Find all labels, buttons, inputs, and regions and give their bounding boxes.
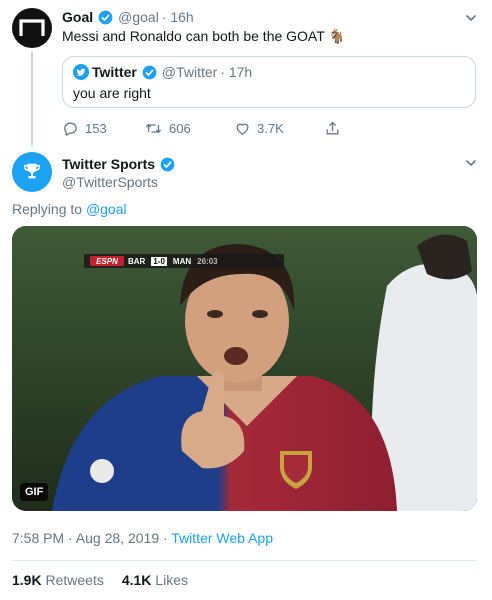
retweet-icon [145, 123, 162, 134]
verified-badge-icon [98, 10, 113, 24]
sports-tweet-header: Twitter Sports [62, 156, 177, 172]
retweets-stat[interactable]: 1.9K Retweets [12, 572, 104, 588]
goal-tweet-time[interactable]: · 16h [162, 9, 194, 25]
gif-badge: GIF [20, 483, 49, 501]
sports-display-name[interactable]: Twitter Sports [62, 156, 155, 172]
scoreboard-home: BAR [128, 256, 146, 266]
like-count: 3.7K [257, 121, 284, 136]
replying-prefix: Replying to [12, 201, 83, 217]
verified-badge-icon [142, 65, 157, 79]
chevron-down-icon[interactable] [464, 11, 478, 25]
likes-stat-count: 4.1K [121, 572, 152, 588]
share-icon [326, 121, 339, 135]
sports-handle[interactable]: @TwitterSports [62, 174, 158, 190]
quoted-handle[interactable]: @Twitter [162, 64, 217, 80]
replying-to: Replying to @goal [12, 201, 127, 217]
retweet-count: 606 [169, 121, 191, 136]
quoted-tweet-header: Twitter @Twitter · 17h [73, 64, 252, 80]
messi-gif-frame [12, 226, 477, 511]
tweet-source-app[interactable]: Twitter Web App [171, 530, 273, 546]
gif-media[interactable]: ESPN BAR 1-0 MAN 26:03 GIF [12, 226, 477, 511]
goal-display-name[interactable]: Goal [62, 9, 93, 25]
quoted-tweet-time[interactable]: · 17h [220, 64, 252, 80]
goal-avatar[interactable] [12, 8, 52, 48]
reply-button[interactable]: 153 [62, 120, 144, 137]
tweet-metadata: 7:58 PM · Aug 28, 2019 · Twitter Web App [12, 530, 273, 546]
goal-tweet-text-row: Messi and Ronaldo can both be the GOAT 🐐 [62, 28, 346, 45]
likes-stat[interactable]: 4.1K Likes [122, 572, 188, 588]
divider [12, 560, 477, 561]
goat-emoji: 🐐 [328, 28, 346, 44]
scoreboard: ESPN BAR 1-0 MAN 26:03 [92, 254, 284, 268]
twitter-avatar-icon [73, 64, 89, 80]
quoted-tweet-text: you are right [73, 85, 151, 101]
scoreboard-clock: 26:03 [197, 256, 218, 266]
retweet-button[interactable]: 606 [144, 120, 234, 137]
quoted-display-name[interactable]: Twitter [92, 64, 137, 80]
retweets-stat-label: Retweets [45, 572, 104, 588]
quoted-tweet-card[interactable]: Twitter @Twitter · 17h you are right [62, 56, 476, 108]
goal-tweet-header: Goal @goal · 16h [62, 9, 194, 25]
heart-icon [236, 123, 249, 135]
thread-line [31, 52, 33, 146]
tweet-stats: 1.9K Retweets 4.1K Likes [12, 572, 188, 588]
scoreboard-score: 1-0 [151, 256, 167, 266]
scoreboard-channel: ESPN [96, 256, 118, 266]
trophy-icon [23, 163, 41, 179]
reply-count: 153 [85, 121, 107, 136]
twitter-sports-avatar[interactable] [12, 152, 52, 192]
like-button[interactable]: 3.7K [234, 120, 324, 137]
retweets-stat-count: 1.9K [12, 572, 42, 588]
verified-badge-icon [160, 157, 175, 171]
goal-tweet-text: Messi and Ronaldo can both be the GOAT [62, 28, 325, 44]
reply-icon [64, 122, 77, 136]
replying-handle-link[interactable]: @goal [86, 201, 127, 217]
chevron-down-icon[interactable] [464, 156, 478, 170]
goal-logo-icon [19, 19, 45, 36]
likes-stat-label: Likes [155, 572, 188, 588]
goal-tweet-actions: 153 606 3.7K [62, 120, 354, 137]
goal-handle[interactable]: @goal [118, 9, 159, 25]
share-button[interactable] [324, 120, 354, 137]
tweet-timestamp[interactable]: 7:58 PM · Aug 28, 2019 · [12, 530, 168, 546]
scoreboard-away: MAN [172, 256, 192, 266]
